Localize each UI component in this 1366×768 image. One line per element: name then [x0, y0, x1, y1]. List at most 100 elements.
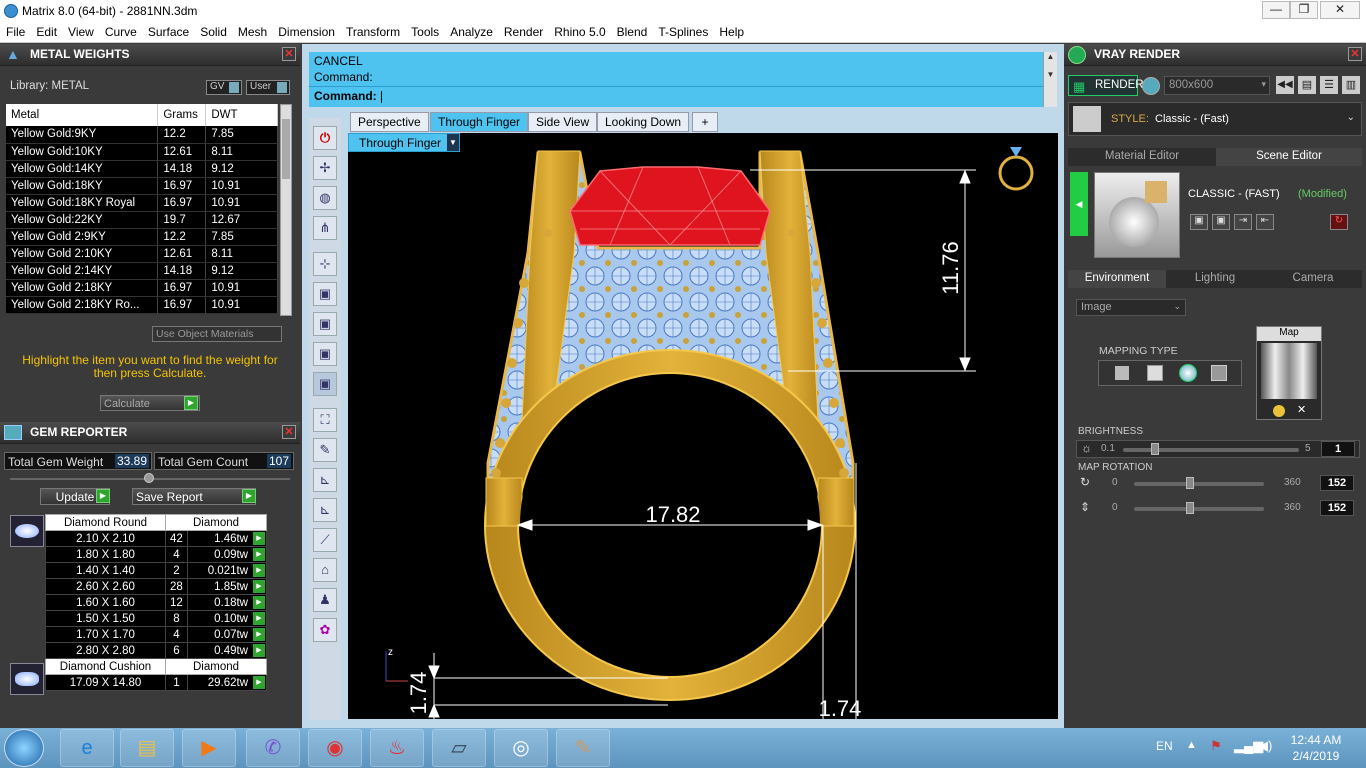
frame-tool-icon[interactable]: ⌂ — [313, 558, 337, 582]
map-color-icon[interactable] — [1273, 405, 1285, 417]
gem-select-go-icon[interactable]: ▶ — [253, 532, 265, 545]
brightness-knob[interactable] — [1151, 443, 1159, 455]
gem-row[interactable]: 2.80 X 2.80 6 0.49tw ▶ — [45, 642, 268, 659]
metal-row[interactable]: Yellow Gold 2:9KY 12.2 7.85 — [6, 228, 278, 246]
gem-row[interactable]: 1.80 X 1.80 4 0.09tw ▶ — [45, 546, 268, 563]
gem-row[interactable]: 1.40 X 1.40 2 0.021tw ▶ — [45, 562, 268, 579]
menu-dimension[interactable]: Dimension — [272, 22, 340, 39]
scene-save-icon[interactable]: ▣ — [1190, 214, 1208, 230]
tab-scene-editor[interactable]: Scene Editor — [1216, 148, 1362, 166]
cube-front-tool-icon[interactable]: ▣ — [313, 312, 337, 336]
gem-row[interactable]: 17.09 X 14.80 1 29.62tw ▶ — [45, 674, 268, 691]
gem-row[interactable]: 2.10 X 2.10 42 1.46tw ▶ — [45, 530, 268, 547]
menu-tsplines[interactable]: T-Splines — [652, 22, 713, 39]
cancel-tool-icon[interactable]: ⏻ — [313, 126, 337, 150]
vray-close-button[interactable]: ✕ — [1348, 47, 1362, 61]
tab-through-finger[interactable]: Through Finger — [430, 112, 529, 132]
metal-row[interactable]: Yellow Gold 2:14KY 14.18 9.12 — [6, 262, 278, 280]
mapping-cube-icon[interactable] — [1147, 365, 1163, 381]
metal-scrollbar[interactable] — [280, 104, 292, 316]
gem-divider-knob[interactable] — [144, 473, 154, 483]
menu-file[interactable]: File — [0, 22, 30, 39]
gem-select-go-icon[interactable]: ▶ — [253, 548, 265, 561]
gem-select-go-icon[interactable]: ▶ — [253, 612, 265, 625]
environment-select[interactable]: Image ⌄ — [1076, 299, 1186, 316]
language-indicator[interactable]: EN — [1156, 739, 1173, 753]
menu-edit[interactable]: Edit — [30, 22, 62, 39]
ring-navigator-icon[interactable] — [998, 147, 1034, 191]
mapping-plane-icon[interactable] — [1115, 366, 1129, 380]
gv-toggle[interactable]: GV — [206, 80, 242, 95]
calculate-go-icon[interactable]: ▶ — [184, 396, 198, 410]
brightness-slider[interactable] — [1123, 443, 1299, 455]
collapse-arrow-icon[interactable]: ◀ — [1070, 172, 1088, 236]
clock-date[interactable]: 2/4/2019 — [1286, 749, 1346, 763]
scene-reset-icon[interactable]: ↻ — [1330, 214, 1348, 230]
tab-lighting[interactable]: Lighting — [1166, 270, 1264, 288]
tab-looking-down[interactable]: Looking Down — [597, 112, 690, 132]
chrome-icon[interactable]: ◉ — [308, 729, 362, 767]
measure-r-tool-icon[interactable]: ⊾ — [313, 498, 337, 522]
volume-icon[interactable]: ◀) — [1258, 738, 1272, 754]
use-object-materials-toggle[interactable]: Use Object Materials — [152, 326, 282, 342]
clock-time[interactable]: 12:44 AM — [1286, 733, 1346, 747]
gem-select-go-icon[interactable]: ▶ — [253, 564, 265, 577]
gem-select-go-icon[interactable]: ▶ — [253, 580, 265, 593]
tab-material-editor[interactable]: Material Editor — [1068, 148, 1216, 166]
rotation-v-knob[interactable] — [1186, 502, 1194, 514]
minimize-button[interactable]: — — [1262, 1, 1290, 19]
col-metal[interactable]: Metal — [6, 104, 159, 126]
add-tab-button[interactable]: + — [692, 112, 718, 132]
metal-row[interactable]: Yellow Gold 2:18KY Ro... 16.97 10.91 — [6, 296, 278, 314]
save-report-go-icon[interactable]: ▶ — [242, 489, 256, 503]
menu-analyze[interactable]: Analyze — [444, 22, 498, 39]
rotation-v-value[interactable]: 152 — [1320, 500, 1354, 516]
settings-icon[interactable]: ▤ — [1298, 76, 1316, 94]
metal-scrollbar-thumb[interactable] — [282, 119, 290, 179]
cube-tool-icon[interactable]: ▣ — [313, 282, 337, 306]
gem-reporter-close-button[interactable]: ✕ — [282, 425, 296, 439]
menu-render[interactable]: Render — [498, 22, 548, 39]
eraser-tool-icon[interactable]: ✎ — [313, 438, 337, 462]
gear-tool-icon[interactable]: ✿ — [313, 618, 337, 642]
menu-blend[interactable]: Blend — [611, 22, 653, 39]
ie-icon[interactable]: e — [60, 729, 114, 767]
style-select[interactable]: STYLE: Classic - (Fast) ⌄ — [1068, 102, 1362, 136]
start-button[interactable] — [4, 729, 44, 767]
menu-rhino[interactable]: Rhino 5.0 — [548, 22, 610, 39]
media-player-icon[interactable]: ▶ — [182, 729, 236, 767]
close-button[interactable]: ✕ — [1320, 1, 1360, 19]
menu-help[interactable]: Help — [713, 22, 749, 39]
metal-row[interactable]: Yellow Gold 2:10KY 12.61 8.11 — [6, 245, 278, 263]
gem-row[interactable]: 1.60 X 1.60 12 0.18tw ▶ — [45, 594, 268, 611]
metal-row[interactable]: Yellow Gold:14KY 14.18 9.12 — [6, 160, 278, 178]
gem-row[interactable]: 1.70 X 1.70 4 0.07tw ▶ — [45, 626, 268, 643]
metal-row[interactable]: Yellow Gold 2:18KY 16.97 10.91 — [6, 279, 278, 297]
gem-row[interactable]: 1.50 X 1.50 8 0.10tw ▶ — [45, 610, 268, 627]
gem-row[interactable]: 2.60 X 2.60 28 1.85tw ▶ — [45, 578, 268, 595]
menu-tools[interactable]: Tools — [405, 22, 444, 39]
bounding-tool-icon[interactable]: ⛶ — [313, 408, 337, 432]
command-scrollbar[interactable]: ▲ ▼ — [1043, 52, 1057, 107]
globe-tool-icon[interactable]: ◍ — [313, 186, 337, 210]
rotation-h-value[interactable]: 152 — [1320, 475, 1354, 491]
paint-icon[interactable]: ✎ — [556, 729, 610, 767]
explorer-icon[interactable]: ▤ — [120, 729, 174, 767]
fan-tool-icon[interactable]: ✢ — [313, 156, 337, 180]
render-button[interactable]: ▦ RENDER — [1068, 75, 1144, 96]
menu-curve[interactable]: Curve — [99, 22, 142, 39]
tab-environment[interactable]: Environment — [1068, 270, 1166, 288]
menu-view[interactable]: View — [62, 22, 99, 39]
resolution-select[interactable]: 800x600 ▾ — [1164, 76, 1270, 95]
map-clear-icon[interactable]: ✕ — [1297, 403, 1306, 416]
rotation-h-slider[interactable] — [1134, 477, 1264, 489]
list-icon[interactable]: ☰ — [1320, 76, 1338, 94]
notes-icon[interactable]: ▱ — [432, 729, 486, 767]
metal-row[interactable]: Yellow Gold:10KY 12.61 8.11 — [6, 143, 278, 161]
metal-weights-close-button[interactable]: ✕ — [282, 47, 296, 61]
maximize-button[interactable]: ❐ — [1290, 1, 1318, 19]
matrix-taskbar-icon[interactable]: ◎ — [494, 729, 548, 767]
mapping-cylinder-icon[interactable] — [1211, 365, 1227, 381]
mapping-sphere-icon[interactable] — [1179, 364, 1197, 382]
menu-solid[interactable]: Solid — [194, 22, 232, 39]
